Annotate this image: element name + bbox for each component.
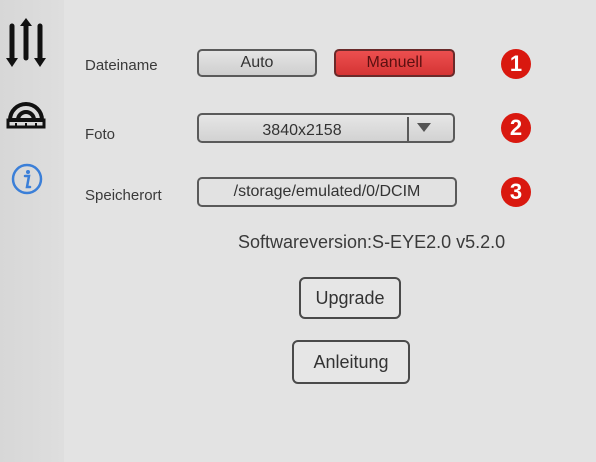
filename-auto-button[interactable]: Auto: [197, 49, 317, 77]
photo-label: Foto: [85, 126, 116, 143]
filename-label: Dateiname: [85, 57, 158, 74]
storage-label: Speicherort: [85, 187, 162, 204]
callout-badge-3: 3: [501, 177, 531, 207]
resolution-value: 3840x2158: [262, 122, 342, 139]
chevron-down-icon: [417, 123, 431, 132]
settings-panel: Dateiname Auto Manuell 1 Foto 3840x2158 …: [64, 0, 596, 462]
sidebar: [0, 0, 64, 462]
protractor-icon[interactable]: [6, 90, 46, 135]
sliders-icon[interactable]: [6, 18, 46, 73]
filename-manual-button[interactable]: Manuell: [334, 49, 455, 77]
storage-path-field[interactable]: /storage/emulated/0/DCIM: [197, 177, 457, 207]
callout-badge-2: 2: [501, 113, 531, 143]
info-icon[interactable]: [10, 162, 44, 201]
select-divider: [407, 117, 409, 141]
callout-badge-1: 1: [501, 49, 531, 79]
upgrade-button[interactable]: Upgrade: [299, 277, 401, 319]
manual-button[interactable]: Anleitung: [292, 340, 410, 384]
software-version: Softwareversion:S-EYE2.0 v5.2.0: [238, 232, 506, 252]
resolution-select[interactable]: 3840x2158: [197, 113, 455, 143]
